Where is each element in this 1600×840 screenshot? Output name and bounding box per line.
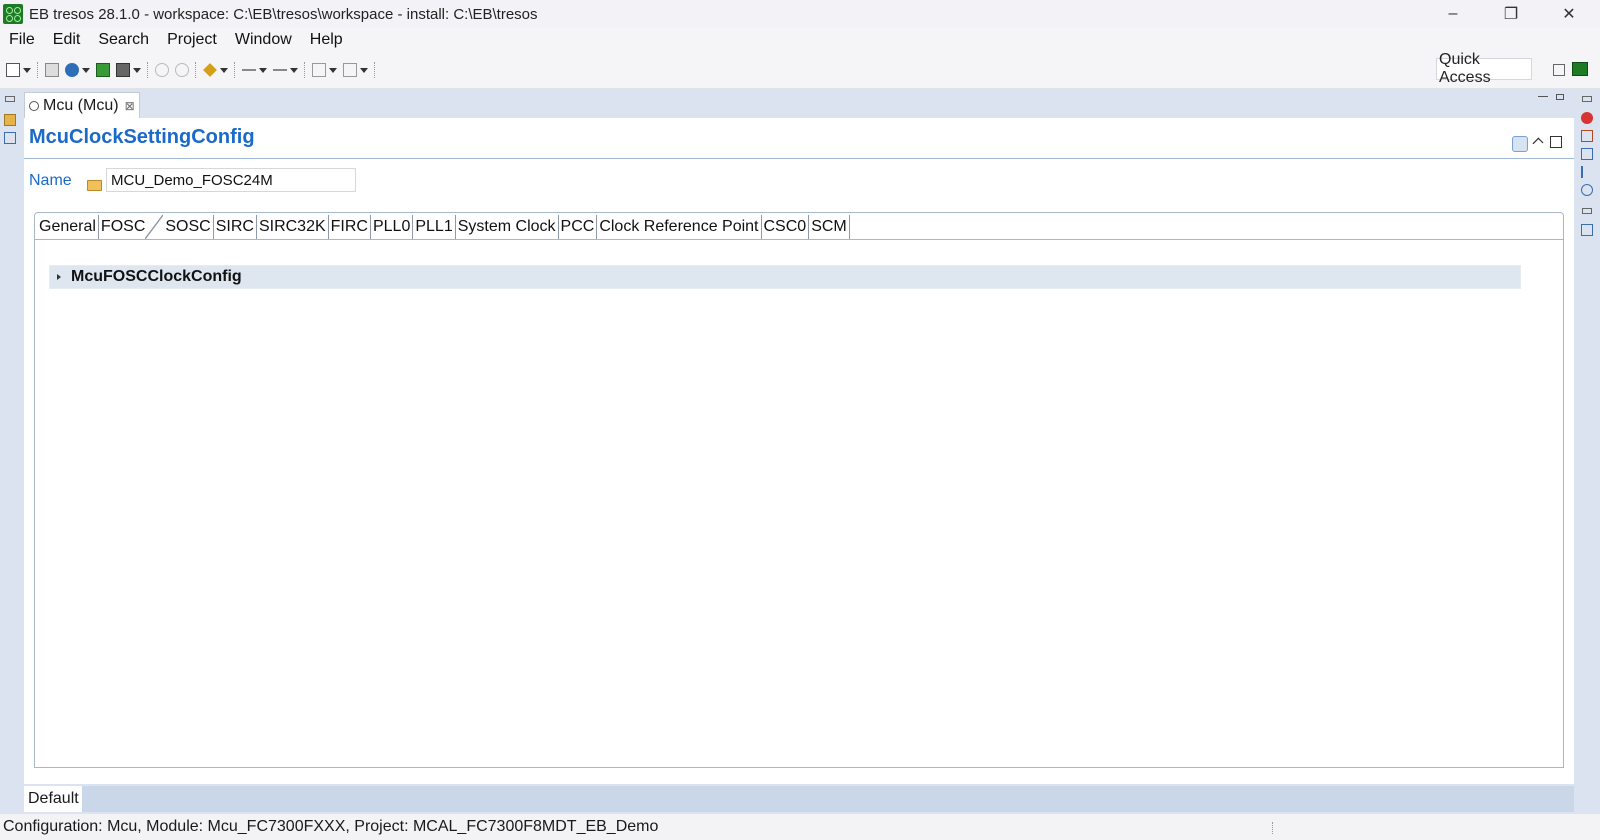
- status-text: Configuration: Mcu, Module: Mcu_FC7300FX…: [3, 818, 659, 835]
- outline-icon[interactable]: [4, 132, 16, 144]
- console-icon[interactable]: [1581, 166, 1593, 178]
- close-tab-icon[interactable]: ⊠: [125, 99, 135, 113]
- error-log-icon[interactable]: [1581, 130, 1593, 142]
- folder-icon: [87, 180, 102, 191]
- menu-help[interactable]: Help: [301, 31, 352, 49]
- status-bar: Configuration: Mcu, Module: Mcu_FC7300FX…: [0, 814, 1600, 840]
- menu-bar: File Edit Search Project Window Help: [0, 28, 1600, 52]
- menu-file[interactable]: File: [0, 31, 44, 49]
- tab-firc[interactable]: FIRC: [328, 215, 371, 239]
- tab-divider: [35, 239, 1563, 240]
- view-icon[interactable]: [1581, 224, 1593, 236]
- name-label: Name: [29, 172, 72, 189]
- restore-icon[interactable]: [5, 96, 15, 102]
- tab-fosc[interactable]: FOSC: [98, 215, 164, 239]
- app-logo-icon: [3, 4, 23, 24]
- prev-annotation-icon[interactable]: [343, 63, 357, 77]
- config-tab-folder: General FOSC SOSC SIRC SIRC32K FIRC PLL0…: [34, 212, 1564, 768]
- tab-sirc32k[interactable]: SIRC32K: [256, 215, 329, 239]
- quick-access-field[interactable]: Quick Access: [1436, 51, 1532, 86]
- minimize-view-icon[interactable]: [1538, 96, 1548, 98]
- menu-window[interactable]: Window: [226, 31, 301, 49]
- at-icon[interactable]: [1512, 136, 1528, 152]
- expand-arrow-icon[interactable]: [57, 274, 61, 280]
- editor-panel: McuClockSettingConfig Name General FOSC …: [24, 118, 1574, 784]
- redo-icon[interactable]: [175, 63, 189, 77]
- properties-icon[interactable]: [1581, 148, 1593, 160]
- forward-dropdown-icon[interactable]: [290, 67, 298, 73]
- prev-annotation-dropdown-icon[interactable]: [360, 67, 368, 73]
- minimize-button[interactable]: –: [1424, 0, 1482, 28]
- section-title: McuFOSCClockConfig: [71, 268, 242, 285]
- forward-arrow-icon[interactable]: [273, 69, 287, 71]
- globe-icon[interactable]: [65, 63, 79, 77]
- generate-icon[interactable]: [96, 63, 110, 77]
- pin-dropdown-icon[interactable]: [220, 67, 228, 73]
- next-annotation-dropdown-icon[interactable]: [329, 67, 337, 73]
- project-explorer-icon[interactable]: [4, 114, 16, 126]
- up-arrow-icon[interactable]: [1532, 137, 1544, 149]
- back-dropdown-icon[interactable]: [259, 67, 267, 73]
- tab-clock-reference-point[interactable]: Clock Reference Point: [597, 215, 762, 239]
- maximize-view-icon[interactable]: [1556, 94, 1564, 100]
- build-icon[interactable]: [116, 63, 130, 77]
- section-header[interactable]: McuFOSCClockConfig: [49, 265, 1521, 289]
- name-field[interactable]: [106, 168, 356, 192]
- config-tab-row: General FOSC SOSC SIRC SIRC32K FIRC PLL0…: [37, 215, 850, 239]
- status-separator: [1272, 822, 1274, 834]
- restore-icon[interactable]: [1582, 208, 1592, 214]
- restore-icon[interactable]: [1582, 96, 1592, 102]
- toolbar-separator: [37, 62, 39, 78]
- new-icon[interactable]: [6, 63, 20, 77]
- editor-tab-label: Mcu (Mcu): [43, 96, 119, 114]
- problems-icon[interactable]: [1581, 112, 1593, 124]
- close-button[interactable]: ✕: [1540, 0, 1598, 28]
- undo-icon[interactable]: [155, 63, 169, 77]
- tab-system-clock[interactable]: System Clock: [455, 215, 559, 239]
- link-icon[interactable]: [1581, 184, 1593, 196]
- tab-general[interactable]: General: [37, 215, 99, 239]
- tab-sirc[interactable]: SIRC: [213, 215, 257, 239]
- toolbar-separator: [374, 62, 376, 78]
- home-icon[interactable]: [1550, 136, 1562, 148]
- perspective-icon[interactable]: [1572, 62, 1588, 76]
- tab-pll1[interactable]: PLL1: [413, 215, 456, 239]
- menu-edit[interactable]: Edit: [44, 31, 90, 49]
- open-perspective-icon[interactable]: [1553, 64, 1565, 76]
- toolbar-separator: [234, 62, 236, 78]
- menu-project[interactable]: Project: [158, 31, 226, 49]
- tab-default[interactable]: Default: [24, 786, 82, 812]
- toolbar-separator: [195, 62, 197, 78]
- editor-tab-bar: Mcu (Mcu) ⊠: [24, 90, 1574, 118]
- main-toolbar: [0, 52, 1600, 89]
- menu-search[interactable]: Search: [89, 31, 158, 49]
- module-icon: [29, 100, 39, 111]
- form-title: McuClockSettingConfig: [29, 126, 255, 148]
- next-annotation-icon[interactable]: [312, 63, 326, 77]
- back-arrow-icon[interactable]: [242, 69, 256, 71]
- bottom-tab-bar: Default: [24, 786, 1574, 812]
- maximize-button[interactable]: ❐: [1482, 0, 1540, 28]
- pin-icon[interactable]: [203, 63, 217, 77]
- toolbar-separator: [147, 62, 149, 78]
- window-title: EB tresos 28.1.0 - workspace: C:\EB\tres…: [29, 5, 538, 23]
- right-trim-bar: [1576, 90, 1600, 814]
- toolbar-separator: [304, 62, 306, 78]
- tab-scm[interactable]: SCM: [809, 215, 850, 239]
- save-icon[interactable]: [45, 63, 59, 77]
- new-dropdown-icon[interactable]: [23, 67, 31, 73]
- editor-tab-mcu[interactable]: Mcu (Mcu) ⊠: [24, 92, 140, 118]
- left-trim-bar: [0, 90, 22, 814]
- tab-csc0[interactable]: CSC0: [761, 215, 810, 239]
- tab-pll0[interactable]: PLL0: [370, 215, 414, 239]
- title-divider: [24, 158, 1574, 159]
- tab-sosc[interactable]: SOSC: [163, 215, 214, 239]
- tab-pcc[interactable]: PCC: [558, 215, 598, 239]
- build-dropdown-icon[interactable]: [133, 67, 141, 73]
- title-bar: EB tresos 28.1.0 - workspace: C:\EB\tres…: [0, 0, 1600, 28]
- globe-dropdown-icon[interactable]: [82, 67, 90, 73]
